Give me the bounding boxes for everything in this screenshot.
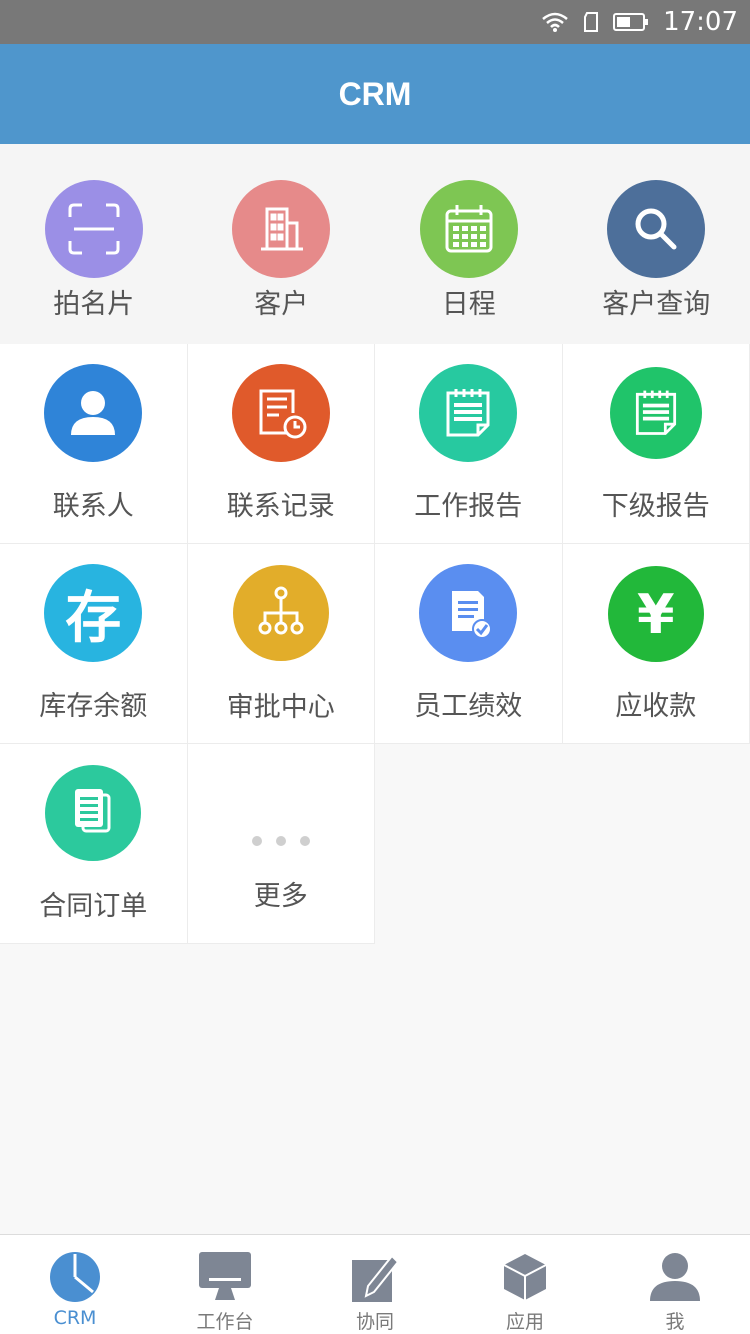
grid-item-label: 更多: [253, 881, 308, 912]
tab-label: 我: [665, 1311, 685, 1333]
battery-icon: [613, 12, 649, 32]
documents-icon: [45, 765, 142, 861]
document-check-icon: [419, 564, 518, 662]
grid-item-label: 审批中心: [226, 692, 335, 723]
more-dots-icon: [251, 836, 310, 846]
quick-action-label: 拍名片: [53, 289, 135, 320]
wifi-icon: [541, 11, 569, 33]
status-time: 17:07: [663, 7, 738, 37]
yen-glyph: ¥: [636, 582, 675, 646]
sim-icon: [583, 12, 599, 32]
notepad-icon: [419, 364, 518, 462]
quick-action-label: 客户: [254, 289, 309, 320]
quick-action-customer-query[interactable]: 客户查询: [563, 144, 750, 344]
app-header: CRM: [0, 44, 750, 144]
org-tree-icon: [232, 565, 329, 661]
tab-collaboration[interactable]: 协同: [300, 1235, 450, 1334]
grid-item-label: 联系记录: [226, 491, 335, 522]
cube-icon: [502, 1249, 548, 1305]
person-icon: [44, 364, 143, 462]
status-bar: 17:07: [0, 0, 750, 44]
search-icon: [607, 180, 706, 278]
calendar-icon: [419, 180, 518, 278]
tab-me[interactable]: 我: [600, 1235, 750, 1334]
quick-action-scan-card[interactable]: 拍名片: [0, 144, 188, 344]
tab-crm[interactable]: CRM: [0, 1235, 150, 1334]
scan-card-icon: [44, 180, 143, 278]
grid-item-inventory-balance[interactable]: 存 库存余额: [0, 544, 188, 744]
grid-item-label: 库存余额: [39, 691, 148, 722]
grid-item-more[interactable]: 更多: [187, 744, 375, 944]
monitor-icon: [197, 1249, 253, 1305]
tab-label: CRM: [53, 1307, 97, 1329]
quick-action-schedule[interactable]: 日程: [375, 144, 563, 344]
tab-workbench[interactable]: 工作台: [150, 1235, 300, 1334]
pencil-icon: [350, 1249, 400, 1305]
pie-chart-icon: [48, 1249, 102, 1305]
quick-action-customer[interactable]: 客户: [188, 144, 376, 344]
tab-label: 应用: [505, 1311, 544, 1333]
page-title: CRM: [338, 75, 412, 112]
feature-grid: 联系人 联系记录 工作报告 下级报告 存 库存余额 审批中心 员工绩效 ¥ 应收…: [0, 344, 750, 944]
grid-item-label: 联系人: [52, 491, 134, 522]
notepad-icon: [609, 367, 702, 459]
quick-action-label: 日程: [441, 289, 496, 320]
record-clock-icon: [231, 364, 330, 462]
cun-icon: 存: [44, 564, 143, 662]
tab-apps[interactable]: 应用: [450, 1235, 600, 1334]
tab-label: 工作台: [196, 1311, 254, 1333]
grid-item-work-report[interactable]: 工作报告: [375, 344, 563, 544]
quick-actions-row: 拍名片 客户 日程 客户查询: [0, 144, 750, 344]
grid-item-subordinate-report[interactable]: 下级报告: [562, 344, 750, 544]
yen-icon: ¥: [607, 566, 704, 662]
grid-item-label: 下级报告: [601, 491, 710, 522]
grid-item-employee-performance[interactable]: 员工绩效: [375, 544, 563, 744]
quick-action-label: 客户查询: [602, 289, 711, 320]
tab-label: 协同: [355, 1311, 394, 1333]
grid-item-label: 合同订单: [39, 891, 148, 922]
user-icon: [648, 1249, 702, 1305]
cun-glyph: 存: [65, 585, 122, 651]
bottom-tab-bar: CRM 工作台 协同 应用 我: [0, 1234, 750, 1334]
grid-item-contact-records[interactable]: 联系记录: [187, 344, 375, 544]
grid-item-contract-orders[interactable]: 合同订单: [0, 744, 188, 944]
building-icon: [232, 180, 331, 278]
grid-item-label: 工作报告: [414, 491, 523, 522]
grid-item-label: 员工绩效: [414, 691, 523, 722]
grid-item-receivables[interactable]: ¥ 应收款: [562, 544, 750, 744]
grid-item-label: 应收款: [615, 691, 697, 722]
grid-item-approval-center[interactable]: 审批中心: [187, 544, 375, 744]
grid-item-contacts[interactable]: 联系人: [0, 344, 188, 544]
